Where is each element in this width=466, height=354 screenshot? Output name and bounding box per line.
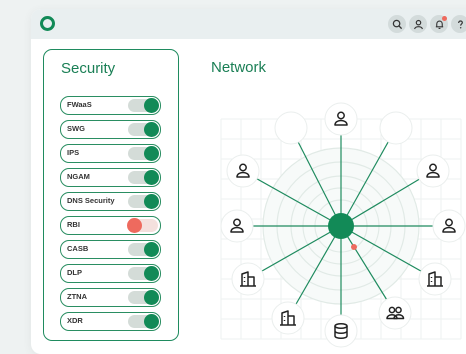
toggle-label: FWaaS xyxy=(67,100,92,109)
network-node[interactable] xyxy=(226,154,260,188)
toggle-switch[interactable] xyxy=(127,218,158,233)
toggle-row-dns-security[interactable]: DNS Security xyxy=(60,192,161,211)
network-node[interactable] xyxy=(220,209,254,243)
toggle-switch[interactable] xyxy=(128,242,159,257)
network-title: Network xyxy=(211,59,267,76)
toggle-knob xyxy=(144,290,159,305)
node-circle xyxy=(378,296,412,330)
network-node[interactable] xyxy=(379,111,413,145)
toggle-switch[interactable] xyxy=(128,98,159,113)
app-window: Security FWaaS SWG IPS NGAM DNS Security RBI C… xyxy=(31,9,466,354)
toggle-switch[interactable] xyxy=(128,122,159,137)
toggle-knob xyxy=(144,122,159,137)
network-node[interactable] xyxy=(274,111,308,145)
toggle-knob xyxy=(144,98,159,113)
toggle-switch[interactable] xyxy=(128,314,159,329)
toggle-row-ips[interactable]: IPS xyxy=(60,144,161,163)
toggle-switch[interactable] xyxy=(128,170,159,185)
network-diagram xyxy=(220,102,466,348)
network-node[interactable] xyxy=(271,301,305,335)
network-node[interactable] xyxy=(324,102,358,136)
network-node[interactable] xyxy=(324,314,358,348)
node-circle xyxy=(324,314,358,348)
network-hub xyxy=(328,213,354,239)
toggle-label: SWG xyxy=(67,124,85,133)
toggle-label: NGAM xyxy=(67,172,90,181)
toggle-knob xyxy=(144,146,159,161)
security-panel: Security FWaaS SWG IPS NGAM DNS Security RBI C… xyxy=(43,49,179,341)
toggle-row-xdr[interactable]: XDR xyxy=(60,312,161,331)
toggle-label: CASB xyxy=(67,244,89,253)
logo-icon xyxy=(40,16,55,31)
toggle-label: IPS xyxy=(67,148,80,157)
toggle-knob xyxy=(127,218,142,233)
toggle-row-fwaas[interactable]: FWaaS xyxy=(60,96,161,115)
security-title: Security xyxy=(61,60,116,77)
toggle-label: DNS Security xyxy=(67,196,115,205)
toggle-knob xyxy=(144,242,159,257)
network-node[interactable] xyxy=(378,296,412,330)
network-node[interactable] xyxy=(416,154,450,188)
toggle-knob xyxy=(144,170,159,185)
top-bar xyxy=(31,9,466,39)
toggle-knob xyxy=(144,314,159,329)
network-node[interactable] xyxy=(231,262,265,296)
toggle-label: DLP xyxy=(67,268,82,277)
profile-icon[interactable] xyxy=(409,15,427,33)
toggle-switch[interactable] xyxy=(128,194,159,209)
toggle-row-ztna[interactable]: ZTNA xyxy=(60,288,161,307)
toggle-knob xyxy=(144,266,159,281)
toggle-label: RBI xyxy=(67,220,80,229)
notification-bell-icon[interactable] xyxy=(430,15,448,33)
toggle-switch[interactable] xyxy=(128,266,159,281)
help-icon[interactable] xyxy=(451,15,466,33)
toggle-switch[interactable] xyxy=(128,146,159,161)
alert-dot xyxy=(351,244,357,250)
network-node[interactable] xyxy=(418,262,452,296)
notification-badge xyxy=(442,16,447,21)
toggle-label: XDR xyxy=(67,316,83,325)
node-circle xyxy=(274,111,308,145)
network-node[interactable] xyxy=(432,209,466,243)
search-icon[interactable] xyxy=(388,15,406,33)
toggle-row-ngam[interactable]: NGAM xyxy=(60,168,161,187)
toggle-row-dlp[interactable]: DLP xyxy=(60,264,161,283)
toggle-row-rbi[interactable]: RBI xyxy=(60,216,161,235)
toggle-switch[interactable] xyxy=(128,290,159,305)
toggle-knob xyxy=(144,194,159,209)
toggle-row-swg[interactable]: SWG xyxy=(60,120,161,139)
toggle-row-casb[interactable]: CASB xyxy=(60,240,161,259)
node-circle xyxy=(379,111,413,145)
toggle-label: ZTNA xyxy=(67,292,87,301)
